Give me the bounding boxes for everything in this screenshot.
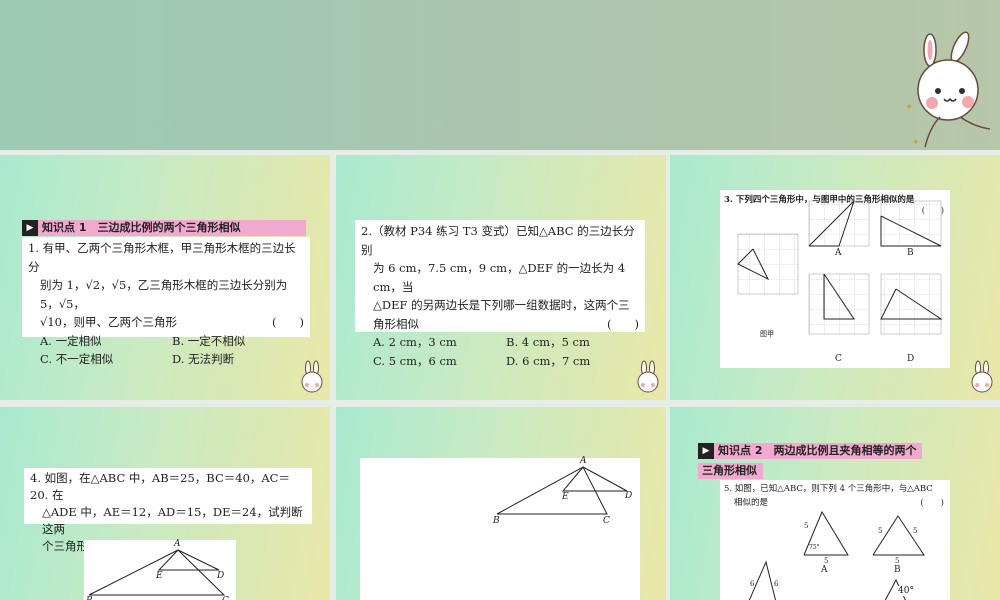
option-a: A. 2 cm，3 cm <box>373 335 457 349</box>
q-line: 2.（教材 P34 练习 T3 变式）已知△ABC 的三边长分别 <box>361 224 635 257</box>
question-1: 1. 有甲、乙两个三角形木框，甲三角形木框的三边长分 别为 1，√2，√5，乙三… <box>22 237 310 366</box>
point-e: E <box>562 492 569 502</box>
option-b: B. 一定不相似 <box>172 333 246 348</box>
point-d: D <box>217 571 225 581</box>
bunny-icon <box>971 360 993 393</box>
grid-figures <box>737 200 943 335</box>
bunny-icon <box>301 360 323 393</box>
q-line: 为 6 cm，7.5 cm，9 cm，△DEF 的一边长为 4 cm，当 <box>373 261 626 294</box>
option-b: B. 4 cm，5 cm <box>506 335 590 349</box>
slide-4[interactable]: 4. 如图，在△ABC 中，AB＝25，BC＝40，AC＝20. 在 △ADE … <box>0 407 330 600</box>
q-line: △DEF 的另两边长是下列哪一组数据时，这两个三 <box>373 298 630 312</box>
svg-text:✦: ✦ <box>905 102 913 113</box>
q-line: 别为 1，√2，√5，乙三角形木框的三边长分别为 5，√5， <box>40 278 288 311</box>
side-label: 6 <box>750 580 755 588</box>
title-banner: ✦ ✦ <box>0 0 1000 150</box>
slide-2[interactable]: 2.（教材 P34 练习 T3 变式）已知△ABC 的三边长分别 为 6 cm，… <box>336 155 666 400</box>
kp-title-cont: 三角形相似 <box>698 463 763 479</box>
point-a: A <box>580 456 587 466</box>
answer-blank: ( ) <box>272 315 304 329</box>
knowledge-point-header: ▶ 知识点 2 两边成比例且夹角相等的两个 <box>698 443 923 459</box>
side-label: 5 <box>824 557 829 565</box>
caption-b: B <box>907 248 914 258</box>
kp-label: 知识点 1 <box>42 221 87 234</box>
kp-title: 两边成比例且夹角相等的两个 <box>773 444 917 457</box>
q-line: 4. 如图，在△ABC 中，AB＝25，BC＝40，AC＝20. 在 <box>30 471 290 502</box>
question-2: 2.（教材 P34 练习 T3 变式）已知△ABC 的三边长分别 为 6 cm，… <box>355 220 645 368</box>
option-d: D. 无法判断 <box>172 352 235 366</box>
point-c: C <box>222 596 229 600</box>
figure-4: A B C D E <box>84 539 236 600</box>
point-d: D <box>625 491 633 501</box>
side-label: 5 <box>913 527 918 535</box>
side-label: 5 <box>895 557 900 565</box>
side-label: 5 <box>878 527 883 535</box>
question-3: 3. 下列四个三角形中，与图甲中的三角形相似的是 ( ) 图甲 A B C D <box>720 190 950 368</box>
point-b: B <box>86 596 93 600</box>
triangle-figures <box>748 510 925 600</box>
option-d: D. 6 cm，7 cm <box>506 353 591 368</box>
q-line-row: √10，则甲、乙两个三角形 ( ) <box>28 313 304 332</box>
question-4: 4. 如图，在△ABC 中，AB＝25，BC＝40，AC＝20. 在 △ADE … <box>24 468 312 553</box>
knowledge-point-header: ▶ 知识点 1 三边成比例的两个三角形相似 <box>22 220 306 236</box>
kp-title: 三边成比例的两个三角形相似 <box>97 221 241 234</box>
angle-label-40: 40° <box>898 586 914 596</box>
option-c: C. 5 cm，6 cm <box>373 353 457 368</box>
bunny-mascot-icon: ✦✦ <box>905 31 991 148</box>
caption-d: D <box>907 354 915 364</box>
figure-5: A B C D E <box>360 456 640 600</box>
options: A. 一定相似 B. 一定不相似 C. 不一定相似 D. 无法判断 <box>28 332 304 369</box>
option-a: A. 一定相似 <box>40 333 102 348</box>
option-c: C. 不一定相似 <box>40 352 114 366</box>
caption-a: A <box>821 565 828 575</box>
svg-text:✦: ✦ <box>912 138 920 148</box>
caption-a: A <box>835 248 842 258</box>
caption-c: C <box>835 354 842 364</box>
point-c: C <box>603 516 610 526</box>
slide-1[interactable]: ▶ 知识点 1 三边成比例的两个三角形相似 1. 有甲、乙两个三角形木框，甲三角形… <box>0 155 330 400</box>
answer-blank: ( ) <box>607 316 639 331</box>
slide-5[interactable]: A B C D E <box>336 407 666 600</box>
slide-3[interactable]: 3. 下列四个三角形中，与图甲中的三角形相似的是 ( ) 图甲 A B C D <box>670 155 1000 400</box>
side-label: 6 <box>774 580 779 588</box>
q-line-row: 角形相似 ( ) <box>361 315 639 334</box>
q-line: 角形相似 <box>373 316 419 331</box>
side-label: 5 <box>804 522 809 530</box>
slide-6[interactable]: ▶ 知识点 2 两边成比例且夹角相等的两个 三角形相似 5. 如图，已知△ABC，… <box>670 407 1000 600</box>
play-icon: ▶ <box>22 220 38 236</box>
point-e: E <box>156 571 163 581</box>
kp-label: 知识点 2 <box>718 444 763 457</box>
point-b: B <box>493 516 500 526</box>
q-line: √10，则甲、乙两个三角形 <box>40 315 177 329</box>
options: A. 2 cm，3 cm B. 4 cm，5 cm C. 5 cm，6 cm D. … <box>361 333 639 370</box>
q-line: 1. 有甲、乙两个三角形木框，甲三角形木框的三边长分 <box>28 241 296 274</box>
angle-label: 75° <box>809 544 820 551</box>
caption-main: 图甲 <box>760 330 774 338</box>
bunny-icon <box>637 360 659 393</box>
q-line: △ADE 中，AE＝12，AD＝15，DE＝24，试判断这两 <box>42 505 303 536</box>
point-a: A <box>174 539 181 549</box>
play-icon: ▶ <box>698 443 714 459</box>
caption-b: B <box>894 565 901 575</box>
question-5: 5. 如图，已知△ABC，则下列 4 个三角形中，与△ABC 相似的是( ) 5… <box>720 480 950 600</box>
